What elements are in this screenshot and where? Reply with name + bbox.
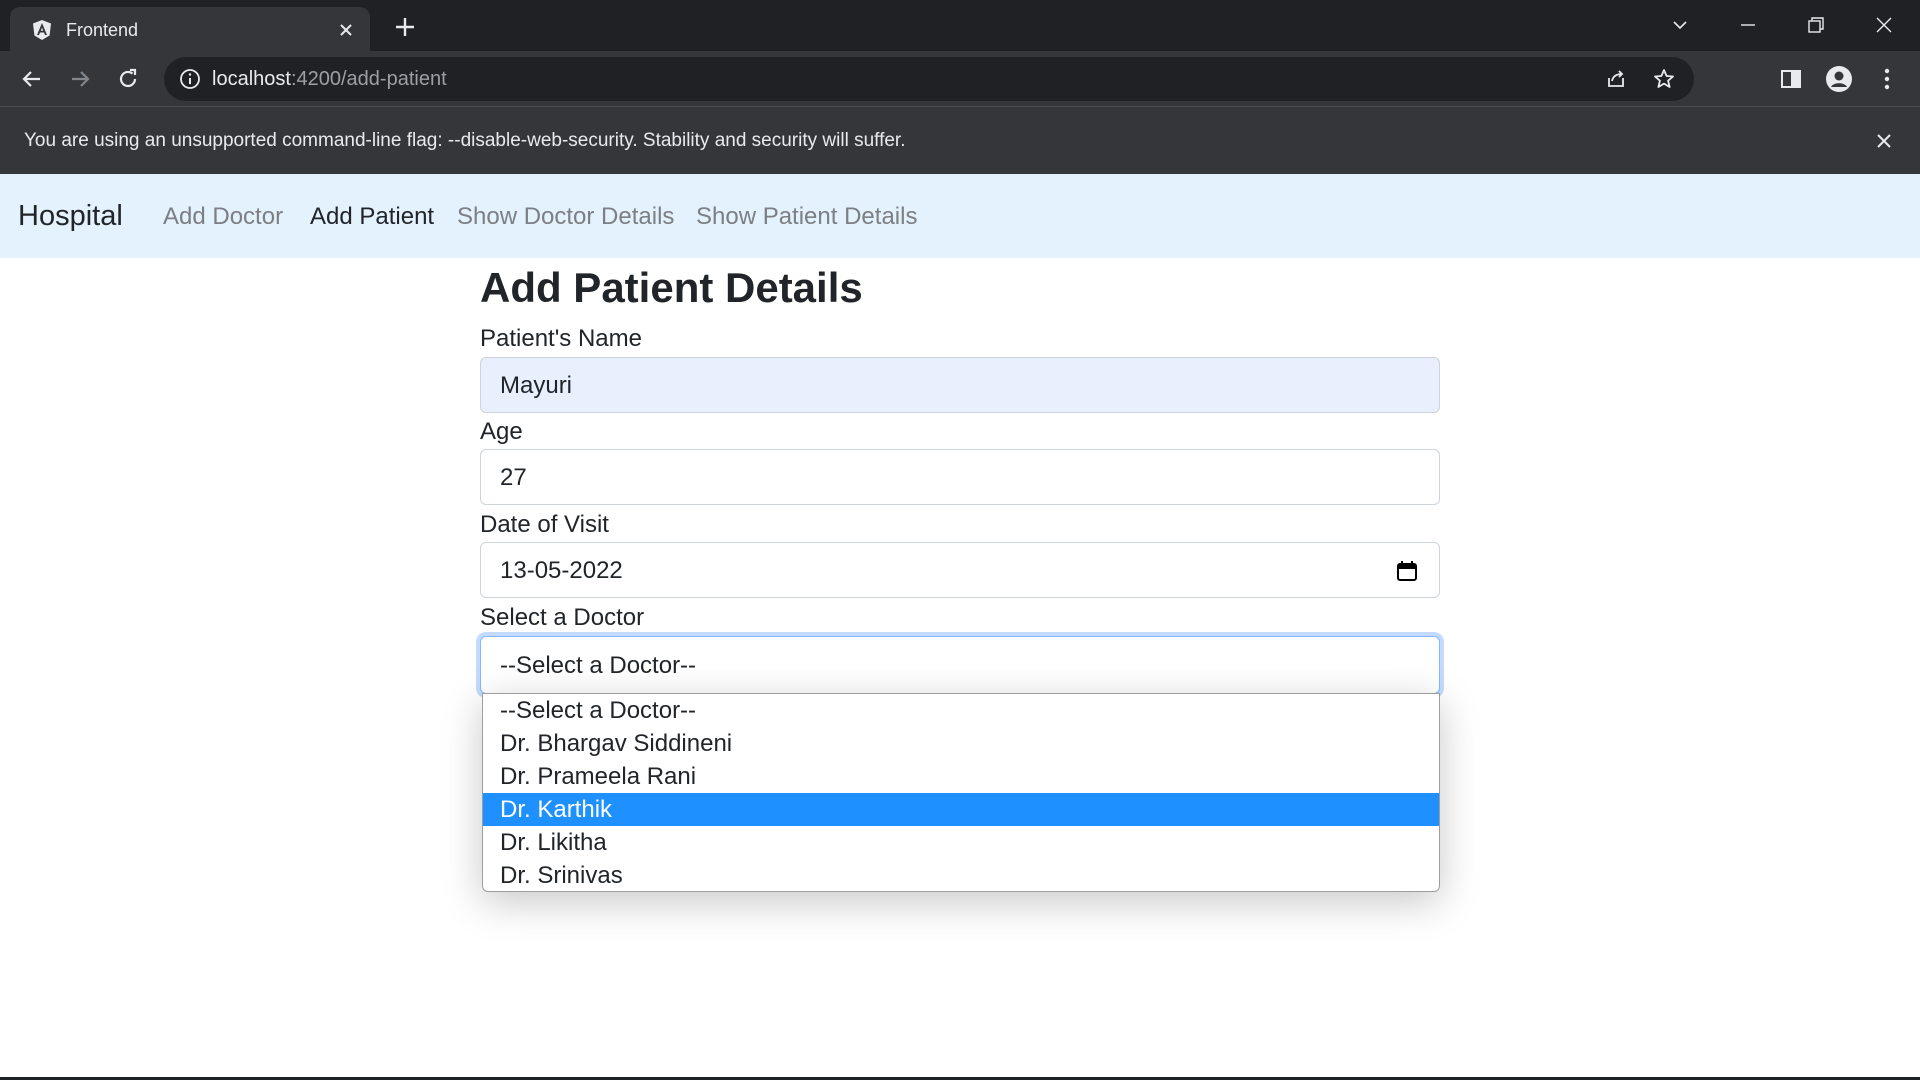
patient-name-input[interactable]: Mayuri	[480, 357, 1440, 413]
select-doctor-label: Select a Doctor	[480, 604, 645, 631]
tab-search-chevron-icon[interactable]	[1660, 10, 1700, 40]
close-window-icon[interactable]	[1864, 10, 1904, 40]
app-navbar: Hospital Add Doctor Add Patient Show Doc…	[0, 174, 1920, 258]
page-title: Add Patient Details	[480, 264, 863, 311]
dropdown-option[interactable]: --Select a Doctor--	[483, 694, 1439, 727]
nav-link-show-doctor-details[interactable]: Show Doctor Details	[457, 202, 674, 232]
browser-menu-icon[interactable]	[1870, 62, 1904, 96]
angular-logo-icon	[33, 20, 51, 40]
side-panel-icon[interactable]	[1774, 62, 1808, 96]
reload-icon[interactable]	[111, 62, 145, 96]
url-path: :4200/add-patient	[290, 68, 447, 90]
age-value: 27	[500, 464, 527, 491]
dropdown-option[interactable]: Dr. Prameela Rani	[483, 760, 1439, 793]
infobar-message: You are using an unsupported command-lin…	[24, 130, 906, 151]
dropdown-option[interactable]: Dr. Srinivas	[483, 859, 1439, 891]
date-of-visit-input[interactable]: 13-05-2022	[480, 542, 1440, 598]
calendar-icon[interactable]	[1395, 559, 1419, 583]
new-tab-icon[interactable]	[390, 12, 420, 42]
doctor-select[interactable]: --Select a Doctor--	[480, 636, 1440, 694]
browser-tab[interactable]: Frontend	[10, 7, 370, 51]
dropdown-option[interactable]: Dr. Bhargav Siddineni	[483, 727, 1439, 760]
infobar-close-icon[interactable]	[1872, 129, 1896, 153]
patient-name-value: Mayuri	[500, 372, 573, 399]
minimize-icon[interactable]	[1728, 10, 1768, 40]
doctor-select-value: --Select a Doctor--	[500, 652, 697, 679]
nav-link-show-patient-details[interactable]: Show Patient Details	[696, 202, 917, 232]
nav-link-add-doctor[interactable]: Add Doctor	[163, 202, 283, 232]
back-icon[interactable]	[15, 62, 49, 96]
doctor-dropdown-list: --Select a Doctor-- Dr. Bhargav Siddinen…	[482, 693, 1440, 892]
nav-link-add-patient[interactable]: Add Patient	[310, 202, 434, 232]
url-host: localhost	[212, 68, 291, 90]
forward-icon[interactable]	[63, 62, 97, 96]
age-input[interactable]: 27	[480, 449, 1440, 505]
profile-avatar-icon[interactable]	[1822, 62, 1856, 96]
date-of-visit-value: 13-05-2022	[500, 557, 623, 584]
dropdown-option-highlighted[interactable]: Dr. Karthik	[483, 793, 1439, 826]
navbar-brand[interactable]: Hospital	[18, 198, 123, 234]
warning-infobar: You are using an unsupported command-lin…	[0, 106, 1920, 174]
restore-icon[interactable]	[1796, 10, 1836, 40]
age-label: Age	[480, 418, 523, 445]
address-bar[interactable]: localhost:4200/add-patient	[164, 57, 1694, 101]
share-icon[interactable]	[1604, 67, 1628, 91]
site-info-icon[interactable]	[178, 67, 202, 91]
date-of-visit-label: Date of Visit	[480, 511, 609, 538]
dropdown-option[interactable]: Dr. Likitha	[483, 826, 1439, 859]
url-text: localhost:4200/add-patient	[212, 67, 447, 91]
browser-tab-strip: Frontend	[0, 0, 1920, 51]
tab-close-icon[interactable]	[334, 18, 358, 42]
browser-toolbar: localhost:4200/add-patient	[0, 51, 1920, 106]
bookmark-star-icon[interactable]	[1652, 67, 1676, 91]
tab-title: Frontend	[66, 20, 139, 40]
patient-name-label: Patient's Name	[480, 325, 642, 352]
